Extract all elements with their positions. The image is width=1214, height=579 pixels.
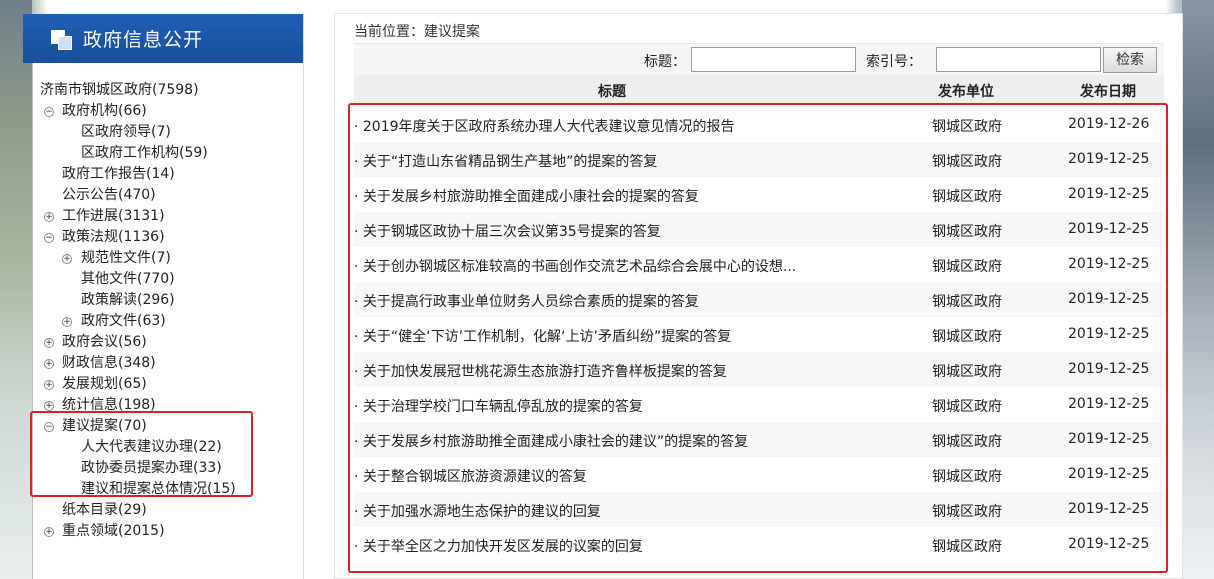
sidebar-header: 政府信息公开 [23,14,303,63]
tree-item[interactable]: + 发展规划(65) [40,374,304,395]
tree-item[interactable]: − 政府机构(66) [40,101,304,122]
tree-item[interactable]: − 政策法规(1136) [40,227,304,248]
expand-icon[interactable]: + [44,527,54,537]
tree-item-label[interactable]: 纸本目录(29) [62,502,147,518]
tree-item-label[interactable]: 政府机构(66) [62,103,147,119]
expand-icon[interactable]: + [44,401,54,411]
title-input[interactable] [691,47,856,72]
docs-icon [51,28,73,50]
tree-item-label[interactable]: 公示公告(470) [62,187,156,203]
background-left [0,0,32,579]
tree-item[interactable]: 区政府工作机构(59) [40,143,304,164]
tree-item[interactable]: 纸本目录(29) [40,500,304,521]
expand-icon[interactable]: + [44,359,54,369]
tree-item[interactable]: 政策解读(296) [40,290,304,311]
tree-item[interactable]: 政府工作报告(14) [40,164,304,185]
col-title: 标题 [598,84,626,100]
expand-icon[interactable]: + [62,317,72,327]
expand-icon[interactable]: + [44,338,54,348]
search-bar: 标题： 索引号： 检索 [354,43,1164,75]
tree-item[interactable]: 区政府领导(7) [40,122,304,143]
tree-item[interactable]: 济南市钢城区政府(7598) [40,80,304,101]
table-header: 标题 发布单位 发布日期 [354,75,1164,103]
tree-item-label[interactable]: 政府工作报告(14) [62,166,175,182]
tree-item-label[interactable]: 区政府领导(7) [81,124,171,140]
tree-item[interactable]: + 重点领域(2015) [40,521,304,542]
tree-item[interactable]: 公示公告(470) [40,185,304,206]
tree-item-label[interactable]: 发展规划(65) [62,376,147,392]
background-right [1182,0,1214,579]
highlight-box-results [348,103,1168,573]
tree-item[interactable]: + 财政信息(348) [40,353,304,374]
tree-item-label[interactable]: 政府会议(56) [62,334,147,350]
expand-icon[interactable]: + [44,380,54,390]
sidebar-title: 政府信息公开 [83,29,204,51]
collapse-icon[interactable]: − [44,107,54,117]
tree-item[interactable]: + 规范性文件(7) [40,248,304,269]
tree-item-label[interactable]: 政府文件(63) [81,313,166,329]
search-button[interactable]: 检索 [1103,47,1157,73]
tree-item[interactable]: 其他文件(770) [40,269,304,290]
col-date: 发布日期 [1080,84,1136,100]
tree-item[interactable]: + 政府会议(56) [40,332,304,353]
title-label: 标题： [644,54,686,70]
breadcrumb: 当前位置：建议提案 [354,24,480,40]
tree-item[interactable]: + 政府文件(63) [40,311,304,332]
tree-item-label[interactable]: 其他文件(770) [81,271,175,287]
expand-icon[interactable]: + [44,212,54,222]
tree-item-label[interactable]: 济南市钢城区政府(7598) [40,82,199,98]
expand-icon[interactable]: + [62,254,72,264]
index-input[interactable] [936,47,1101,72]
tree-item-label[interactable]: 政策解读(296) [81,292,175,308]
tree-item-label[interactable]: 区政府工作机构(59) [81,145,208,161]
collapse-icon[interactable]: − [44,233,54,243]
tree-item-label[interactable]: 重点领域(2015) [62,523,165,539]
tree-item-label[interactable]: 工作进展(3131) [62,208,165,224]
tree-item[interactable]: + 工作进展(3131) [40,206,304,227]
tree-item-label[interactable]: 政策法规(1136) [62,229,165,245]
highlight-box-sidebar [30,411,253,497]
index-label: 索引号： [866,54,922,70]
tree-item-label[interactable]: 财政信息(348) [62,355,156,371]
col-unit: 发布单位 [938,84,994,100]
tree-item-label[interactable]: 规范性文件(7) [81,250,171,266]
